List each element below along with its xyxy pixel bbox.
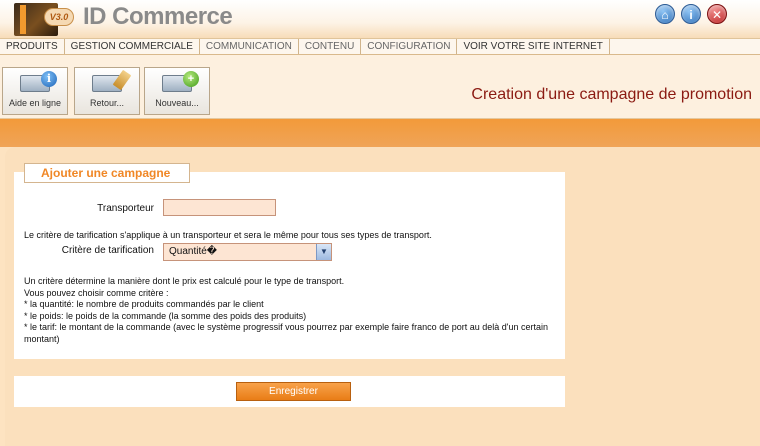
plus-icon: + bbox=[183, 71, 199, 87]
nav-item-produits[interactable]: PRODUITS bbox=[0, 39, 65, 54]
nav-item-contenu[interactable]: CONTENU bbox=[299, 39, 362, 54]
save-button[interactable]: Enregistrer bbox=[236, 382, 351, 401]
transporteur-label: Transporteur bbox=[97, 203, 154, 214]
help-line: * le poids: le poids de la commande (la … bbox=[24, 310, 307, 321]
help-line: * le tarif: le montant de la commande (a… bbox=[24, 322, 548, 344]
back-button-label: Retour... bbox=[89, 98, 125, 108]
help-line: * la quantité: le nombre de produits com… bbox=[24, 299, 264, 309]
help-button-label: Aide en ligne bbox=[8, 98, 62, 108]
app-title: ID Commerce bbox=[83, 3, 233, 30]
orange-band bbox=[0, 119, 760, 147]
app-header: V3.0 ID Commerce ⌂ i ✕ bbox=[0, 0, 760, 38]
app-logo: V3.0 bbox=[14, 3, 74, 36]
page-title: Creation d'une campagne de promotion bbox=[471, 86, 752, 103]
info-icon: i bbox=[41, 71, 57, 87]
form-legend: Ajouter une campagne bbox=[24, 163, 190, 183]
nav-item-gestion-commerciale[interactable]: GESTION COMMERCIALE bbox=[65, 39, 200, 54]
nav-item-voir-site[interactable]: VOIR VOTRE SITE INTERNET bbox=[457, 39, 610, 54]
home-icon[interactable]: ⌂ bbox=[655, 4, 675, 24]
help-line: Vous pouvez choisir comme critère : bbox=[24, 287, 169, 298]
help-text: Un critère détermine la manière dont le … bbox=[24, 276, 554, 345]
transporteur-input[interactable] bbox=[163, 199, 276, 216]
nav-item-communication[interactable]: COMMUNICATION bbox=[200, 39, 299, 54]
chevron-down-icon[interactable]: ▼ bbox=[316, 244, 331, 260]
info-icon[interactable]: i bbox=[681, 4, 701, 24]
critere-select[interactable]: Quantité� ▼ bbox=[163, 243, 332, 261]
nav-item-configuration[interactable]: CONFIGURATION bbox=[361, 39, 458, 54]
critere-select-value: Quantité� bbox=[169, 246, 218, 257]
critere-note: Le critère de tarification s'applique à … bbox=[24, 230, 432, 240]
critere-label: Critère de tarification bbox=[61, 245, 154, 256]
version-badge: V3.0 bbox=[44, 8, 74, 26]
back-button[interactable]: Retour... bbox=[74, 67, 140, 115]
new-button[interactable]: + Nouveau... bbox=[144, 67, 210, 115]
help-line: Un critère détermine la manière dont le … bbox=[24, 276, 345, 286]
toolbar: i Aide en ligne Retour... + Nouveau... C… bbox=[0, 55, 760, 119]
main-nav: PRODUITS GESTION COMMERCIALE COMMUNICATI… bbox=[0, 38, 760, 55]
new-button-label: Nouveau... bbox=[155, 98, 199, 108]
help-button[interactable]: i Aide en ligne bbox=[2, 67, 68, 115]
close-icon[interactable]: ✕ bbox=[707, 4, 727, 24]
